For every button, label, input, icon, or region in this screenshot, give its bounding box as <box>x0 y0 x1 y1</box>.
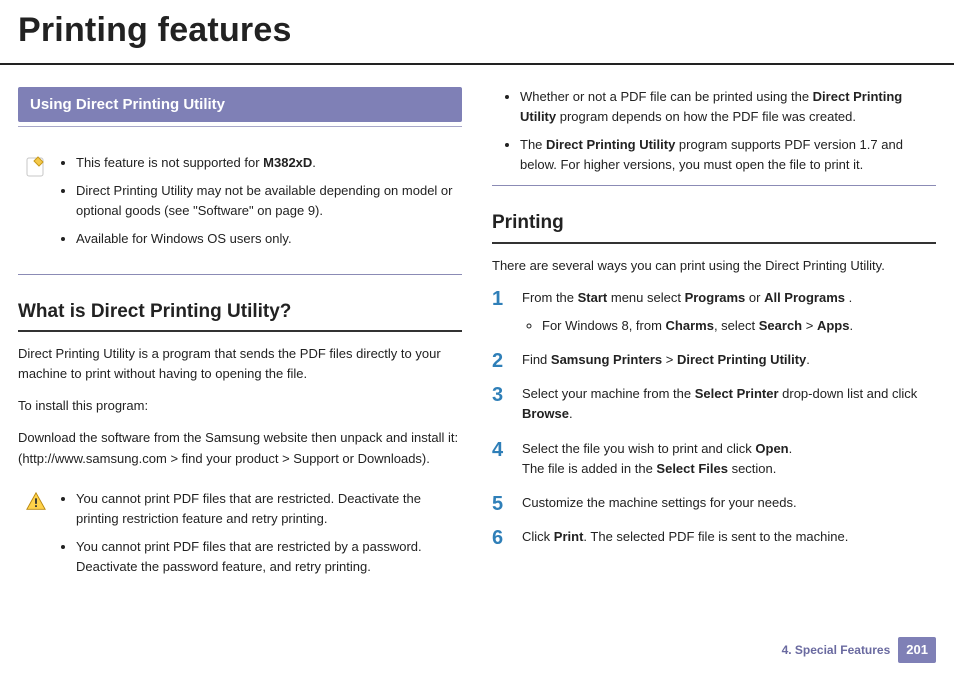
page-number: 201 <box>898 637 936 663</box>
step-item: Customize the machine settings for your … <box>492 493 936 513</box>
steps-list: From the Start menu select Programs or A… <box>492 288 936 547</box>
step-item: Select the file you wish to print and cl… <box>492 439 936 479</box>
banner-rule <box>18 126 462 127</box>
info-note-block: This feature is not supported for M382xD… <box>18 145 462 268</box>
body-paragraph: To install this program: <box>18 396 462 416</box>
step-sublist: For Windows 8, from Charms, select Searc… <box>522 316 936 336</box>
body-paragraph: Direct Printing Utility is a program tha… <box>18 344 462 384</box>
separator <box>18 274 462 275</box>
chapter-label: 4. Special Features <box>782 641 891 660</box>
info-note-list: This feature is not supported for M382xD… <box>60 153 458 258</box>
note-icon <box>22 153 50 179</box>
what-is-heading: What is Direct Printing Utility? <box>18 297 462 332</box>
printing-heading: Printing <box>492 208 936 243</box>
list-item: Whether or not a PDF file can be printed… <box>520 87 936 127</box>
step-item: Click Print. The selected PDF file is se… <box>492 527 936 547</box>
list-item: You cannot print PDF files that are rest… <box>76 537 458 577</box>
warning-note-list: You cannot print PDF files that are rest… <box>60 489 458 586</box>
step-item: Select your machine from the Select Prin… <box>492 384 936 424</box>
top-note-list: Whether or not a PDF file can be printed… <box>492 87 936 176</box>
left-column: Using Direct Printing Utility This featu… <box>18 87 462 596</box>
list-item: Available for Windows OS users only. <box>76 229 458 249</box>
right-column: Whether or not a PDF file can be printed… <box>492 87 936 596</box>
warning-icon <box>22 489 50 513</box>
list-item: The Direct Printing Utility program supp… <box>520 135 936 175</box>
separator <box>492 185 936 186</box>
section-banner: Using Direct Printing Utility <box>18 87 462 122</box>
list-item: Direct Printing Utility may not be avail… <box>76 181 458 221</box>
list-item: This feature is not supported for M382xD… <box>76 153 458 173</box>
page-footer: 4. Special Features 201 <box>782 637 936 663</box>
body-paragraph: Download the software from the Samsung w… <box>18 428 462 468</box>
list-item: You cannot print PDF files that are rest… <box>76 489 458 529</box>
page-title: Printing features <box>0 0 954 65</box>
step-item: From the Start menu select Programs or A… <box>492 288 936 336</box>
warning-note-block: You cannot print PDF files that are rest… <box>18 481 462 596</box>
list-item: For Windows 8, from Charms, select Searc… <box>542 316 936 336</box>
body-paragraph: There are several ways you can print usi… <box>492 256 936 276</box>
step-item: Find Samsung Printers > Direct Printing … <box>492 350 936 370</box>
